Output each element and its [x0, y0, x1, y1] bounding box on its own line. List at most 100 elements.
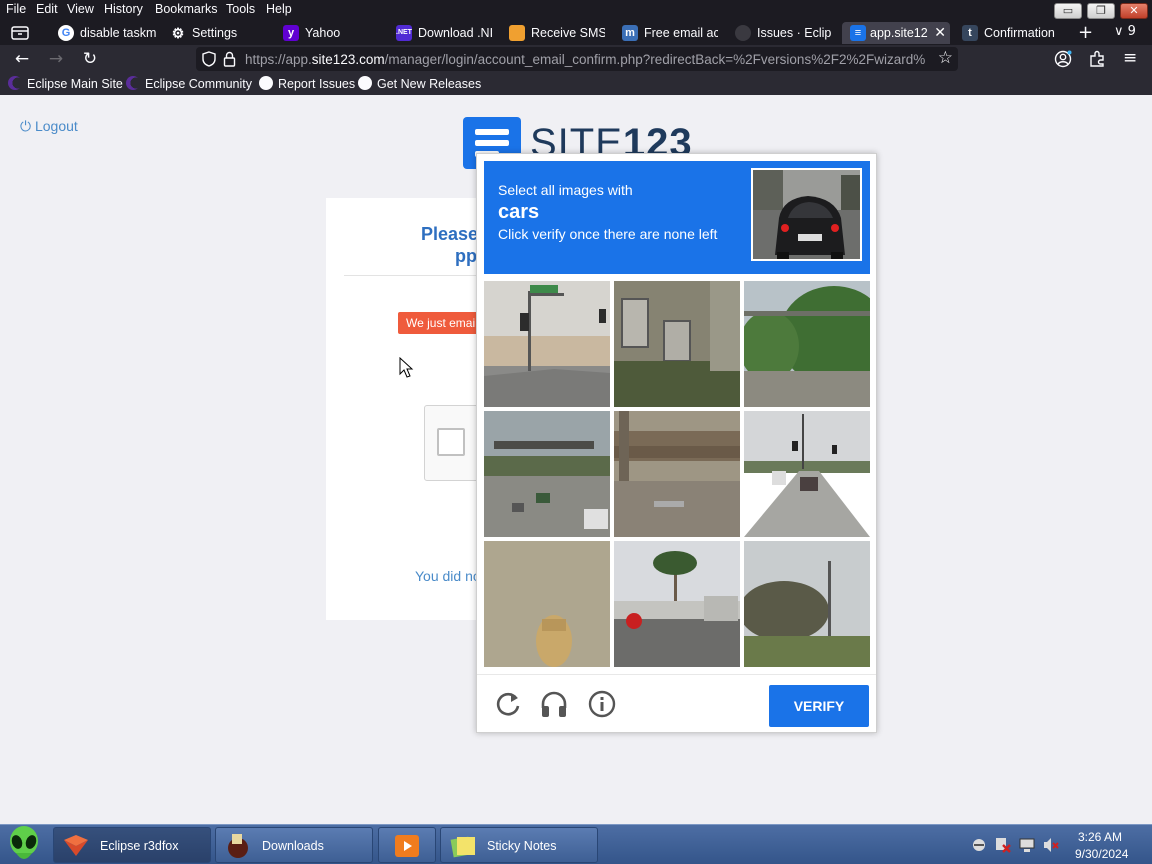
clock-time[interactable]: 3:26 AM [1078, 830, 1122, 844]
clock-date[interactable]: 9/30/2024 [1075, 847, 1128, 861]
bookmark-eclipse-main[interactable]: Eclipse Main Site [8, 76, 123, 91]
captcha-tile-4[interactable] [484, 411, 610, 537]
verify-button[interactable]: VERIFY [769, 685, 869, 727]
volume-muted-icon[interactable] [1043, 837, 1059, 853]
gear-icon: ⚙ [171, 25, 185, 41]
taskbar-downloads[interactable]: Downloads [215, 827, 373, 863]
reload-icon: ↻ [82, 49, 98, 69]
bookmark-eclipse-community[interactable]: Eclipse Community [126, 76, 252, 91]
menu-bookmarks[interactable]: Bookmarks [155, 2, 218, 16]
github-icon [735, 25, 751, 41]
dotnet-icon: .NET [396, 25, 412, 41]
menu-tools[interactable]: Tools [226, 2, 255, 16]
lock-icon[interactable] [223, 51, 236, 67]
back-button[interactable]: ← [11, 49, 33, 69]
action-center-icon[interactable] [995, 837, 1011, 853]
minimize-icon: ▭ [1062, 4, 1074, 17]
navigation-bar: ← → ↻ https://app.site123.com/manager/lo… [0, 45, 1152, 73]
tab-list-icon[interactable] [11, 25, 29, 41]
close-tab-icon[interactable]: ✕ [934, 24, 946, 41]
taskbar-eclipse-r3dfox[interactable]: Eclipse r3dfox [53, 827, 211, 863]
tab-settings[interactable]: ⚙ Settings [170, 22, 274, 44]
info-icon[interactable] [587, 689, 617, 719]
captcha-challenge: Select all images with cars Click verify… [476, 153, 877, 733]
reload-challenge-icon[interactable] [493, 689, 523, 719]
extensions-icon[interactable] [1088, 50, 1106, 68]
hamburger-menu-icon[interactable]: ≡ [1123, 48, 1137, 68]
minimize-button[interactable]: ▭ [1054, 3, 1082, 19]
yahoo-icon: y [283, 25, 299, 41]
card-title: Please [421, 224, 479, 244]
firefox-icon [64, 835, 88, 856]
menu-edit[interactable]: Edit [36, 2, 58, 16]
tumblr-icon: t [962, 25, 978, 41]
tab-download-net[interactable]: .NET Download .NI [396, 22, 502, 44]
captcha-tile-5[interactable] [614, 411, 740, 537]
bookmarks-bar: Eclipse Main Site Eclipse Community Repo… [0, 73, 1152, 95]
menu-history[interactable]: History [104, 2, 143, 16]
captcha-tile-9[interactable] [744, 541, 870, 667]
url-text: https://app.site123.com/manager/login/ac… [245, 52, 925, 67]
shield-icon[interactable] [202, 51, 216, 67]
google-icon: G [58, 25, 74, 41]
logout-link[interactable]: ⏻ Logout [20, 118, 78, 135]
menu-file[interactable]: File [6, 2, 26, 16]
back-arrow-icon: ← [14, 49, 30, 69]
recaptcha-checkbox[interactable] [437, 428, 465, 456]
tab-receive-sms[interactable]: Receive SMS ( [509, 22, 605, 44]
display-icon[interactable] [1019, 837, 1035, 853]
reload-button[interactable]: ↻ [79, 49, 101, 69]
captcha-header: Select all images with cars Click verify… [484, 161, 870, 274]
restore-button[interactable]: ❐ [1087, 3, 1115, 19]
github-icon [259, 76, 273, 90]
mouse-cursor-icon [399, 357, 414, 378]
tab-free-email[interactable]: m Free email acc [622, 22, 718, 44]
captcha-tile-8[interactable] [614, 541, 740, 667]
url-bar[interactable]: https://app.site123.com/manager/login/ac… [196, 47, 958, 71]
restore-icon: ❐ [1096, 4, 1106, 17]
captcha-tile-6[interactable] [744, 411, 870, 537]
bookmark-report-issues[interactable]: Report Issues [259, 76, 355, 91]
tab-disable-taskm[interactable]: G disable taskm [58, 22, 162, 44]
network-icon[interactable] [971, 837, 987, 853]
close-window-button[interactable]: ✕ [1120, 3, 1148, 19]
forward-button[interactable]: → [45, 49, 67, 69]
captcha-tile-1[interactable] [484, 281, 610, 407]
captcha-tile-3[interactable] [744, 281, 870, 407]
bookmark-star-icon[interactable]: ☆ [938, 48, 953, 68]
tab-site123[interactable]: ≡ app.site12 ✕ [842, 22, 950, 44]
tab-overflow-button[interactable]: ∨ 9 [1114, 24, 1136, 39]
site123-icon: ≡ [850, 25, 866, 41]
captcha-footer: VERIFY [477, 674, 876, 732]
start-alien-icon[interactable] [6, 825, 42, 864]
captcha-tile-2[interactable] [614, 281, 740, 407]
new-tab-icon[interactable]: + [1078, 22, 1093, 43]
headphones-icon[interactable] [539, 689, 569, 719]
resend-link[interactable]: You did no [415, 568, 481, 584]
taskbar: Eclipse r3dfox Downloads Sticky Notes 3:… [0, 824, 1152, 864]
captcha-hint: Click verify once there are none left [498, 226, 718, 242]
tab-issues-eclipse[interactable]: Issues · Eclips [735, 22, 831, 44]
forward-arrow-icon: → [48, 49, 64, 69]
menu-bar: File Edit View History Bookmarks Tools H… [0, 0, 1152, 21]
taskbar-media-player[interactable] [378, 827, 436, 863]
bookmark-get-new-releases[interactable]: Get New Releases [358, 76, 481, 91]
account-icon[interactable] [1054, 50, 1072, 68]
tab-confirmation[interactable]: t Confirmation [962, 22, 1062, 44]
tab-yahoo[interactable]: y Yahoo [283, 22, 387, 44]
eclipse-icon [8, 76, 22, 90]
power-icon: ⏻ [20, 118, 32, 134]
captcha-keyword: cars [498, 201, 540, 223]
chevron-down-icon: ∨ [1114, 24, 1124, 39]
menu-view[interactable]: View [67, 2, 94, 16]
taskbar-sticky-notes[interactable]: Sticky Notes [440, 827, 598, 863]
media-player-icon [395, 835, 419, 857]
tab-strip: G disable taskm ⚙ Settings y Yahoo .NET … [0, 21, 1152, 45]
menu-help[interactable]: Help [266, 2, 292, 16]
card-title-line2: pp [455, 246, 477, 266]
folder-icon [228, 834, 248, 858]
mail-icon: m [622, 25, 638, 41]
sticky-notes-icon [450, 836, 475, 858]
captcha-tile-7[interactable] [484, 541, 610, 667]
alert-badge: We just emai [398, 312, 484, 334]
